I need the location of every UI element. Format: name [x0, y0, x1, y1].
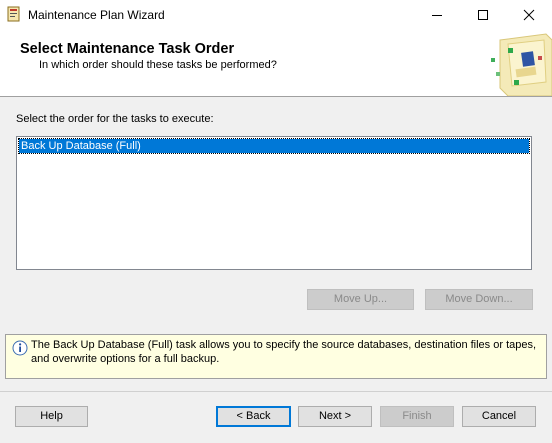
- page-title: Select Maintenance Task Order: [20, 41, 235, 57]
- close-button[interactable]: [506, 0, 552, 30]
- wizard-tasks-graphic: [491, 33, 552, 96]
- window-title: Maintenance Plan Wizard: [28, 8, 165, 22]
- task-order-list[interactable]: Back Up Database (Full): [16, 136, 532, 270]
- minimize-icon: [432, 15, 442, 16]
- help-button[interactable]: Help: [15, 406, 88, 427]
- info-icon: [12, 340, 28, 356]
- title-bar: Maintenance Plan Wizard: [0, 0, 552, 30]
- wizard-icon[interactable]: [6, 6, 22, 22]
- move-down-button[interactable]: Move Down...: [425, 289, 533, 310]
- footer-divider: [0, 391, 552, 392]
- cancel-button[interactable]: Cancel: [462, 406, 536, 427]
- list-item[interactable]: Back Up Database (Full): [18, 138, 530, 154]
- close-icon: [523, 9, 535, 21]
- page-subtitle: In which order should these tasks be per…: [39, 59, 277, 71]
- next-button[interactable]: Next >: [298, 406, 372, 427]
- task-order-label: Select the order for the tasks to execut…: [16, 113, 214, 125]
- move-up-button[interactable]: Move Up...: [307, 289, 414, 310]
- maximize-button[interactable]: [460, 0, 506, 30]
- finish-button[interactable]: Finish: [380, 406, 454, 427]
- wizard-header: Select Maintenance Task Order In which o…: [0, 30, 552, 97]
- task-description-box: The Back Up Database (Full) task allows …: [5, 334, 547, 379]
- minimize-button[interactable]: [414, 0, 460, 30]
- task-description-text: The Back Up Database (Full) task allows …: [31, 339, 537, 365]
- back-button[interactable]: < Back: [216, 406, 291, 427]
- maximize-icon: [478, 10, 488, 20]
